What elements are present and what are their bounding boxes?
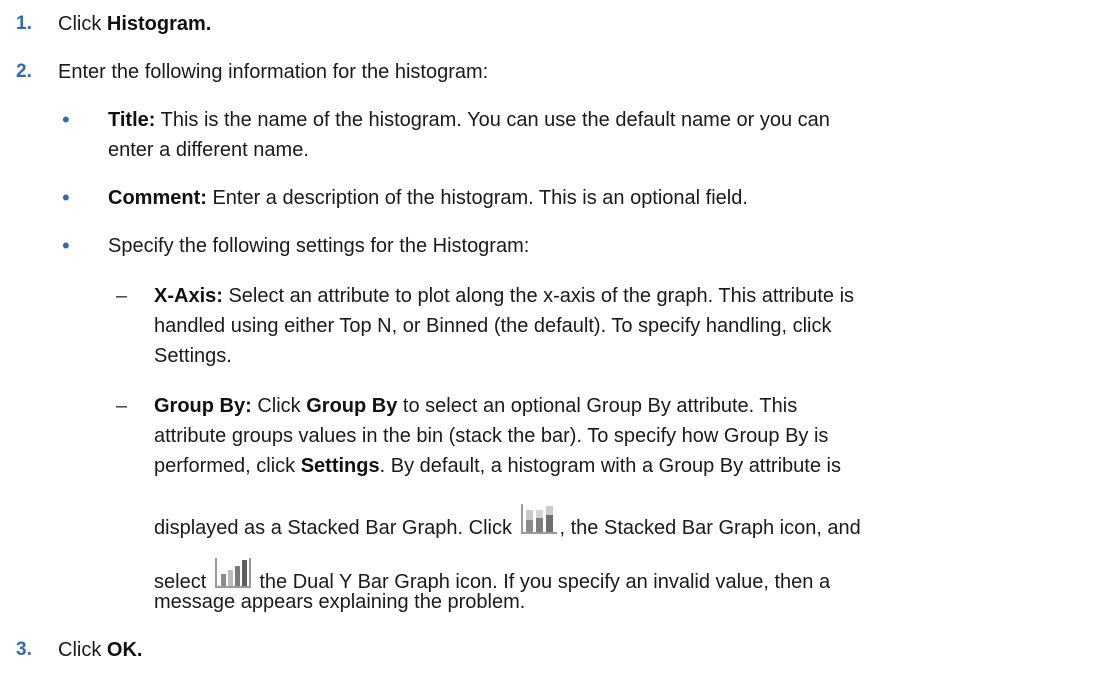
groupby-text-3b: Settings — [300, 455, 380, 477]
groupby-line-1: Group By: Click Group By to select an op… — [154, 390, 797, 422]
groupby-text-3c: . By default, a histogram with a Group B… — [379, 455, 841, 477]
groupby-text-4a: displayed as a Stacked Bar Graph. Click — [154, 517, 518, 539]
groupby-text-4b: , the Stacked Bar Graph icon, and — [559, 517, 861, 539]
step-1-pre: Click — [58, 13, 107, 35]
step-1-bold: Histogram. — [106, 13, 212, 35]
step-1-text: Click Histogram. — [58, 8, 211, 40]
step-3-pre: Click — [58, 639, 107, 661]
xaxis-text-1: Select an attribute to plot along the x-… — [222, 285, 855, 307]
groupby-line-4: displayed as a Stacked Bar Graph. Click … — [154, 502, 861, 544]
bullet-glyph: • — [62, 233, 70, 258]
xaxis-line-2: handled using either Top N, or Binned (t… — [154, 315, 832, 337]
step-3-bold: OK. — [106, 639, 143, 661]
dual-y-bar-graph-icon[interactable] — [214, 556, 252, 590]
document: 1. Click Histogram. 2. Enter the followi… — [0, 0, 1096, 688]
step-number: 2. — [16, 61, 32, 82]
groupby-text-1c: to select an optional Group By attribute… — [397, 395, 798, 417]
dash-glyph: – — [116, 395, 128, 417]
groupby-text-3a: performed, click — [154, 455, 301, 477]
bullet-glyph: • — [62, 107, 70, 132]
title-label: Title: — [108, 109, 156, 131]
title-text-1: This is the name of the histogram. You c… — [155, 109, 830, 131]
step-2-text: Enter the following information for the … — [58, 61, 489, 83]
groupby-line-3: performed, click Settings. By default, a… — [154, 450, 841, 482]
comment-label: Comment: — [108, 187, 207, 209]
xaxis-line-3: Settings. — [154, 345, 232, 367]
groupby-line-6: message appears explaining the problem. — [154, 591, 526, 613]
comment-text: Enter a description of the histogram. Th… — [206, 187, 748, 209]
title-bullet-line-1: Title: This is the name of the histogram… — [108, 104, 830, 136]
xaxis-label: X-Axis: — [154, 285, 223, 307]
xaxis-line-1: X-Axis: Select an attribute to plot alon… — [154, 280, 854, 312]
comment-bullet-line: Comment: Enter a description of the hist… — [108, 182, 748, 214]
groupby-label: Group By: — [154, 395, 252, 417]
step-number: 3. — [16, 639, 32, 660]
stacked-bar-graph-icon[interactable] — [520, 502, 558, 536]
bullet-glyph: • — [62, 185, 70, 210]
groupby-text-1b: Group By — [306, 395, 398, 417]
dash-glyph: – — [116, 285, 128, 307]
step-3-text: Click OK. — [58, 634, 142, 666]
groupby-line-2: attribute groups values in the bin (stac… — [154, 425, 829, 447]
groupby-text-1a: Click — [251, 395, 307, 417]
step-number: 1. — [16, 13, 32, 34]
settings-bullet-line: Specify the following settings for the H… — [108, 235, 530, 257]
title-bullet-line-2: enter a different name. — [108, 139, 309, 161]
